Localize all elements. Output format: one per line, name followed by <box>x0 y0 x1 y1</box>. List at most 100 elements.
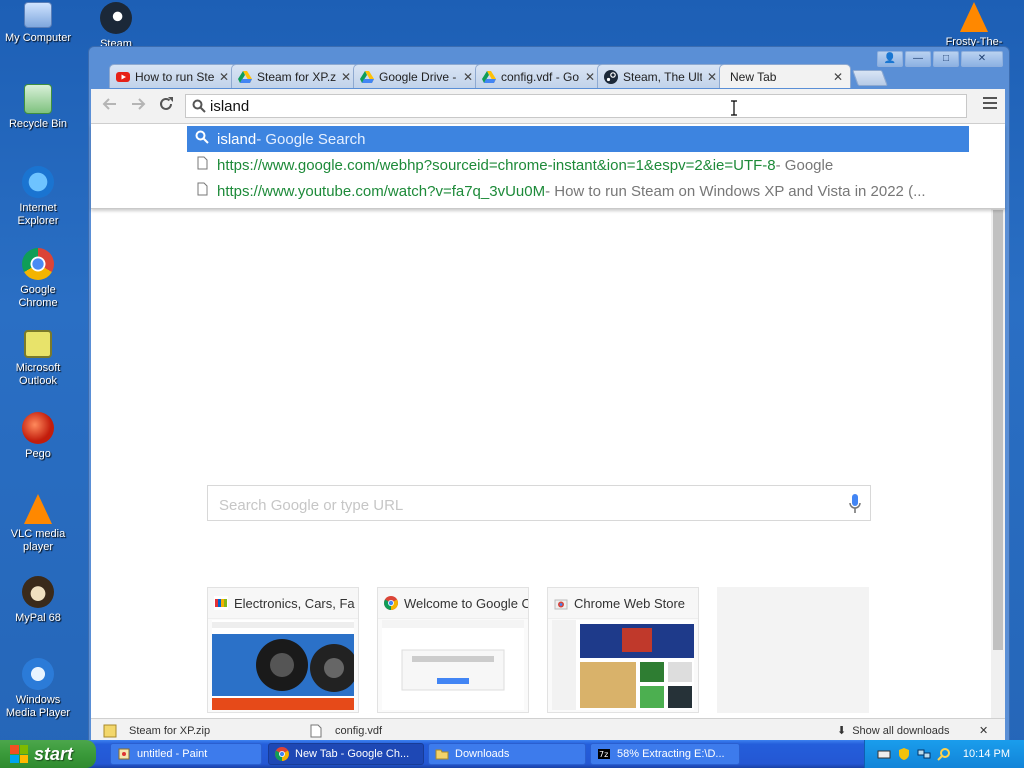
tab-steam-for-xp[interactable]: Steam for XP.zi ✕ <box>231 64 359 88</box>
new-tab-button[interactable] <box>852 70 888 86</box>
desktop-icon-label: Internet Explorer <box>17 202 59 227</box>
show-all-downloads-link[interactable]: ⬇ Show all downloads <box>837 721 949 740</box>
tab-title: config.vdf - Go <box>501 69 580 84</box>
reload-button[interactable] <box>155 95 177 117</box>
forward-button[interactable] <box>127 95 149 117</box>
7zip-icon: 7z <box>598 749 610 759</box>
close-tab-icon[interactable]: ✕ <box>218 70 230 84</box>
security-shield-icon[interactable] <box>897 747 911 761</box>
desktop-icon-windows-media-player[interactable]: Windows Media Player <box>0 658 76 720</box>
tab-how-to-run-steam[interactable]: How to run Ste ✕ <box>109 64 237 88</box>
download-item-steam-zip[interactable]: Steam for XP.zip <box>103 721 299 740</box>
paint-icon <box>118 748 130 760</box>
tile-thumbnail <box>212 620 354 710</box>
page-scrollbar[interactable] <box>991 124 1005 718</box>
suggestion-desc: - Google <box>775 156 834 174</box>
desktop-icon-label: Microsoft Outlook <box>15 362 61 387</box>
most-visited-tile-web-store[interactable]: Chrome Web Store <box>547 587 699 713</box>
tile-title: Chrome Web Store <box>574 595 686 611</box>
close-window-button[interactable]: ✕ <box>961 51 1003 67</box>
tile-title: Electronics, Cars, Fa <box>234 595 355 611</box>
desktop-icon-my-computer[interactable]: My Computer <box>0 2 76 45</box>
text-cursor-icon <box>731 100 737 116</box>
vlc-icon <box>960 2 988 32</box>
tab-steam-ultimate[interactable]: Steam, The Ulti ✕ <box>597 64 725 88</box>
new-tab-page: Electronics, Cars, Fa Welcome to Google … <box>91 124 1005 718</box>
window-caption-buttons: 👤 — □ ✕ <box>877 51 1003 67</box>
tab-config-vdf[interactable]: config.vdf - Go ✕ <box>475 64 603 88</box>
close-tab-icon[interactable]: ✕ <box>340 70 352 84</box>
omnibox-input[interactable] <box>210 97 950 115</box>
desktop-icon-google-chrome[interactable]: Google Chrome <box>0 248 76 310</box>
desktop-icon-label: Pego <box>25 448 51 460</box>
close-tab-icon[interactable]: ✕ <box>462 70 474 84</box>
omnibox[interactable] <box>185 94 967 118</box>
reload-icon <box>160 97 173 110</box>
vlc-icon <box>24 494 52 524</box>
desktop-icon-vlc[interactable]: VLC media player <box>0 494 76 554</box>
tab-title: Steam, The Ulti <box>623 69 702 84</box>
page-icon <box>193 182 211 200</box>
browser-toolbar <box>91 89 1005 124</box>
close-tab-icon[interactable]: ✕ <box>706 70 718 84</box>
tile-title-bar: Chrome Web Store <box>548 588 698 619</box>
download-item-config-vdf[interactable]: config.vdf <box>309 721 499 740</box>
mypal-icon <box>22 576 54 608</box>
tab-new-tab[interactable]: New Tab ✕ <box>719 64 851 88</box>
back-button[interactable] <box>99 95 121 117</box>
close-tab-icon[interactable]: ✕ <box>832 70 844 84</box>
steam-icon <box>604 69 618 84</box>
ntp-search-box[interactable] <box>207 485 871 521</box>
desktop-icon-mypal[interactable]: MyPal 68 <box>0 576 76 625</box>
download-item-name: Steam for XP.zip <box>129 724 211 737</box>
close-tab-icon[interactable]: ✕ <box>584 70 596 84</box>
desktop-icon-pego[interactable]: Pego <box>0 412 76 461</box>
taskbar-item-7zip[interactable]: 7z 58% Extracting E:\D... <box>590 743 740 765</box>
chrome-icon <box>275 747 289 761</box>
microphone-icon[interactable] <box>848 494 862 514</box>
most-visited-tile-welcome-chrome[interactable]: Welcome to Google C <box>377 587 529 713</box>
desktop-icon-frosty[interactable]: Frosty-The- <box>936 2 1012 49</box>
tab-google-drive[interactable]: Google Drive - ✕ <box>353 64 481 88</box>
taskbar-item-downloads[interactable]: Downloads <box>428 743 586 765</box>
system-tray: 10:14 PM <box>864 740 1024 768</box>
clock[interactable]: 10:14 PM <box>963 748 1010 760</box>
desktop-icon-label: Recycle Bin <box>8 118 68 130</box>
media-player-icon <box>22 658 54 690</box>
taskbar-item-paint[interactable]: untitled - Paint <box>110 743 262 765</box>
desktop-icon-steam[interactable]: Steam <box>78 2 154 51</box>
page-icon <box>193 156 211 174</box>
suggestion-desc: - How to run Steam on Windows XP and Vis… <box>545 182 926 200</box>
start-label: start <box>34 743 74 764</box>
close-downloads-bar-icon[interactable]: ✕ <box>979 721 988 740</box>
chrome-menu-icon[interactable] <box>983 97 997 112</box>
suggestion-google-webhp[interactable]: https://www.google.com/webhp?sourceid=ch… <box>187 152 969 178</box>
desktop-icon-internet-explorer[interactable]: Internet Explorer <box>0 166 76 228</box>
taskbar-item-label: 58% Extracting E:\D... <box>617 748 725 760</box>
my-computer-icon <box>24 2 52 28</box>
most-visited-tile-ebay[interactable]: Electronics, Cars, Fa <box>207 587 359 713</box>
desktop-icon-recycle-bin[interactable]: Recycle Bin <box>0 84 76 131</box>
suggestion-youtube-video[interactable]: https://www.youtube.com/watch?v=fa7q_3vU… <box>187 178 969 204</box>
desktop-icon-microsoft-outlook[interactable]: Microsoft Outlook <box>0 330 76 388</box>
scrollbar-thumb[interactable] <box>993 210 1003 650</box>
ntp-search-input[interactable] <box>217 494 821 516</box>
taskbar-item-chrome[interactable]: New Tab - Google Ch... <box>268 743 424 765</box>
tab-title: New Tab <box>730 69 777 84</box>
show-all-downloads-label: Show all downloads <box>852 724 950 737</box>
maximize-button[interactable]: □ <box>933 51 959 67</box>
keyboard-icon[interactable] <box>877 747 891 761</box>
network-icon[interactable] <box>917 747 931 761</box>
suggestion-url: https://www.youtube.com/watch?v=fa7q_3vU… <box>217 182 546 200</box>
folder-icon <box>435 749 449 760</box>
ebay-icon <box>214 596 228 610</box>
steam-icon <box>100 2 132 34</box>
suggestion-search-island[interactable]: island - Google Search <box>187 126 969 152</box>
minimize-button[interactable]: — <box>905 51 931 67</box>
taskbar-item-label: New Tab - Google Ch... <box>295 748 410 760</box>
search-icon[interactable] <box>937 747 951 761</box>
start-button[interactable]: start <box>0 740 96 768</box>
svg-text:7z: 7z <box>599 750 608 759</box>
tab-title: Steam for XP.zi <box>257 69 336 84</box>
recycle-bin-icon <box>24 84 52 114</box>
